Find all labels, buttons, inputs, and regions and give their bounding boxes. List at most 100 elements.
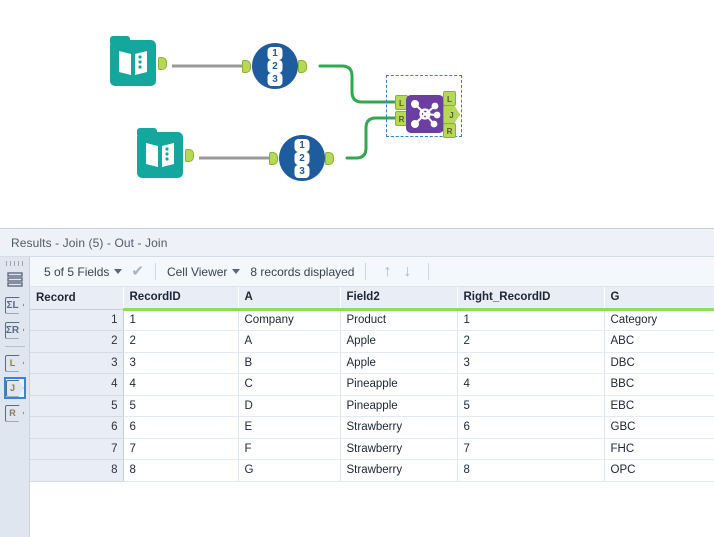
cell-viewer-selector[interactable]: Cell Viewer bbox=[167, 265, 241, 279]
cell-recordid[interactable]: 3 bbox=[123, 352, 239, 374]
toolbar-divider-2 bbox=[365, 263, 367, 280]
cell-field2[interactable]: Strawberry bbox=[340, 459, 458, 482]
recordid-1-output-anchor[interactable] bbox=[298, 60, 307, 73]
cell-field2[interactable]: Apple bbox=[340, 330, 458, 353]
tool-input-data-1[interactable] bbox=[110, 36, 167, 86]
cell-recordid[interactable]: 8 bbox=[123, 459, 239, 482]
cell-right-recordid[interactable]: 1 bbox=[457, 309, 605, 331]
column-header-g[interactable]: G bbox=[604, 287, 714, 311]
cell-right-recordid[interactable]: 8 bbox=[457, 459, 605, 482]
recordid-1-input-anchor[interactable] bbox=[242, 60, 251, 73]
cell-g[interactable]: Category bbox=[604, 309, 714, 331]
toolbar-divider-1 bbox=[154, 263, 156, 280]
recordid-badge-2: 2 bbox=[294, 152, 310, 165]
chevron-down-icon[interactable] bbox=[114, 269, 123, 274]
checkmark-icon[interactable]: ✔ bbox=[131, 264, 144, 279]
cell-field2[interactable]: Strawberry bbox=[340, 438, 458, 460]
results-anchor-rail[interactable]: ΣL ΣR L J R bbox=[0, 257, 30, 537]
cell-g[interactable]: GBC bbox=[604, 416, 714, 439]
table-row[interactable]: 5 5 D Pineapple 5 EBC bbox=[30, 395, 714, 417]
cell-right-recordid[interactable]: 6 bbox=[457, 416, 605, 439]
cell-recordid[interactable]: 7 bbox=[123, 438, 239, 460]
cell-record: 6 bbox=[30, 416, 124, 439]
cell-field2[interactable]: Pineapple bbox=[340, 395, 458, 417]
recordid-2-output-anchor[interactable] bbox=[325, 152, 334, 165]
tool-input-data-2[interactable] bbox=[137, 128, 194, 178]
cell-field2[interactable]: Product bbox=[340, 309, 458, 331]
fields-selector-label: 5 of 5 Fields bbox=[44, 264, 110, 279]
fields-selector[interactable]: 5 of 5 Fields bbox=[44, 264, 123, 279]
cell-field2[interactable]: Apple bbox=[340, 352, 458, 374]
chevron-down-icon[interactable] bbox=[232, 269, 241, 274]
anchor-l-icon: L bbox=[5, 354, 24, 372]
cell-right-recordid[interactable]: 3 bbox=[457, 352, 605, 374]
input-1-output-anchor[interactable] bbox=[158, 57, 167, 70]
table-row[interactable]: 8 8 G Strawberry 8 OPC bbox=[30, 459, 714, 482]
record-id-icon-2: 1 2 3 bbox=[279, 135, 325, 181]
table-row[interactable]: 1 1 Company Product 1 Category bbox=[30, 309, 714, 331]
column-header-right-recordid[interactable]: Right_RecordID bbox=[457, 287, 605, 311]
cell-field2[interactable]: Strawberry bbox=[340, 416, 458, 439]
cell-g[interactable]: DBC bbox=[604, 352, 714, 374]
anchor-r-icon: R bbox=[5, 404, 24, 422]
arrow-up-icon[interactable]: ↑ bbox=[377, 263, 397, 280]
cell-field2[interactable]: Pineapple bbox=[340, 373, 458, 396]
table-row[interactable]: 3 3 B Apple 3 DBC bbox=[30, 352, 714, 374]
drag-grip-icon[interactable] bbox=[5, 261, 24, 266]
input-tool-tile-1 bbox=[110, 40, 156, 86]
cell-a[interactable]: Company bbox=[238, 309, 341, 331]
rail-button-summary-right[interactable]: ΣR bbox=[4, 319, 26, 341]
cell-record: 2 bbox=[30, 330, 124, 353]
cell-recordid[interactable]: 4 bbox=[123, 373, 239, 396]
rail-button-anchor-r[interactable]: R bbox=[4, 402, 26, 424]
tool-record-id-1[interactable]: 1 2 3 bbox=[242, 43, 307, 89]
cell-g[interactable]: BBC bbox=[604, 373, 714, 396]
cell-right-recordid[interactable]: 7 bbox=[457, 438, 605, 460]
recordid-badge-2: 2 bbox=[267, 60, 283, 73]
cell-g[interactable]: OPC bbox=[604, 459, 714, 482]
rail-button-anchor-j[interactable]: J bbox=[3, 377, 26, 399]
rail-button-anchor-l[interactable]: L bbox=[4, 352, 26, 374]
cell-record: 8 bbox=[30, 459, 124, 482]
column-header-a[interactable]: A bbox=[238, 287, 341, 311]
join-output-anchor-r[interactable]: R bbox=[443, 123, 456, 138]
recordid-2-input-anchor[interactable] bbox=[269, 152, 278, 165]
table-row[interactable]: 6 6 E Strawberry 6 GBC bbox=[30, 416, 714, 439]
cell-a[interactable]: B bbox=[238, 352, 341, 374]
cell-g[interactable]: FHC bbox=[604, 438, 714, 460]
cell-recordid[interactable]: 2 bbox=[123, 330, 239, 353]
cell-right-recordid[interactable]: 2 bbox=[457, 330, 605, 353]
table-header-row: Record RecordID A Field2 Right_RecordID … bbox=[30, 287, 714, 311]
cell-a[interactable]: F bbox=[238, 438, 341, 460]
column-header-recordid[interactable]: RecordID bbox=[123, 287, 239, 311]
workflow-canvas[interactable]: 1 2 3 1 2 3 L R L J R bbox=[0, 0, 714, 228]
cell-recordid[interactable]: 6 bbox=[123, 416, 239, 439]
cell-right-recordid[interactable]: 5 bbox=[457, 395, 605, 417]
table-row[interactable]: 2 2 A Apple 2 ABC bbox=[30, 330, 714, 353]
anchor-j-icon: J bbox=[5, 379, 24, 397]
cell-a[interactable]: A bbox=[238, 330, 341, 353]
column-header-record[interactable]: Record bbox=[30, 287, 124, 310]
column-header-field2[interactable]: Field2 bbox=[340, 287, 458, 311]
cell-a[interactable]: G bbox=[238, 459, 341, 482]
cell-g[interactable]: ABC bbox=[604, 330, 714, 353]
cell-a[interactable]: C bbox=[238, 373, 341, 396]
rail-button-summary-left[interactable]: ΣL bbox=[4, 294, 26, 316]
input-2-output-anchor[interactable] bbox=[185, 149, 194, 162]
rail-button-messages[interactable] bbox=[4, 269, 26, 291]
cell-a[interactable]: D bbox=[238, 395, 341, 417]
tool-record-id-2[interactable]: 1 2 3 bbox=[269, 135, 334, 181]
cell-record: 5 bbox=[30, 395, 124, 417]
tool-join[interactable]: L R L J R bbox=[386, 75, 472, 147]
results-table-container[interactable]: Record RecordID A Field2 Right_RecordID … bbox=[30, 287, 714, 537]
cell-recordid[interactable]: 5 bbox=[123, 395, 239, 417]
arrow-down-icon[interactable]: ↓ bbox=[397, 263, 417, 280]
table-row[interactable]: 7 7 F Strawberry 7 FHC bbox=[30, 438, 714, 460]
table-row[interactable]: 4 4 C Pineapple 4 BBC bbox=[30, 373, 714, 396]
cell-a[interactable]: E bbox=[238, 416, 341, 439]
alteryx-designer-window: 1 2 3 1 2 3 L R L J R Results - Join (5)… bbox=[0, 0, 714, 537]
join-output-anchor-l[interactable]: L bbox=[443, 91, 456, 106]
cell-right-recordid[interactable]: 4 bbox=[457, 373, 605, 396]
cell-g[interactable]: EBC bbox=[604, 395, 714, 417]
cell-recordid[interactable]: 1 bbox=[123, 309, 239, 331]
